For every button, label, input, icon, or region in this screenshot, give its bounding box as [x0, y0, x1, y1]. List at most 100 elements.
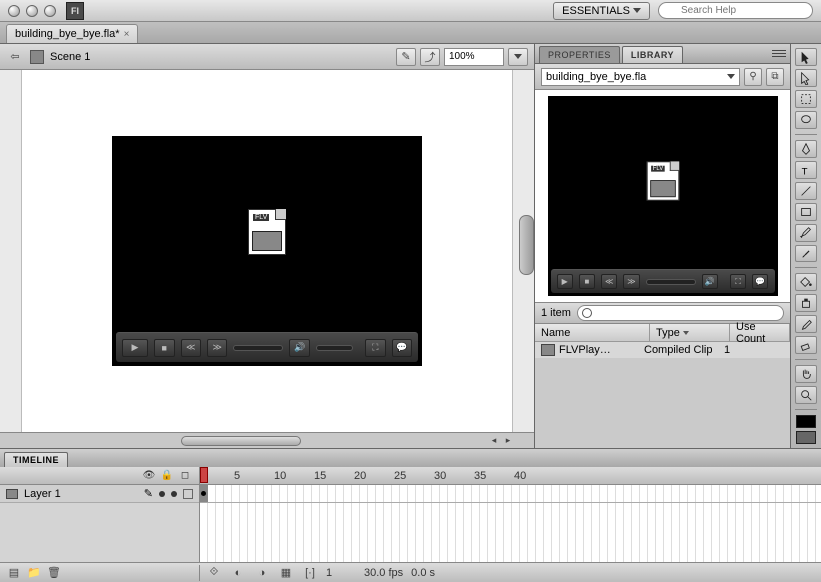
- scene-icon: [30, 50, 44, 64]
- lasso-tool[interactable]: [795, 111, 817, 129]
- volume-slider[interactable]: [316, 345, 353, 351]
- pin-library-button[interactable]: ⚲: [744, 68, 762, 86]
- back-arrow-icon[interactable]: ⇦: [6, 49, 24, 65]
- col-name[interactable]: Name: [535, 324, 650, 341]
- app-icon: Fl: [66, 2, 84, 20]
- separator: [795, 359, 817, 360]
- titlebar: Fl ESSENTIALS: [0, 0, 821, 22]
- stage-canvas: FLV ▶ ■ ≪ ≫ 🔊 ⛶ 💬: [22, 70, 512, 432]
- item-use-count: 1: [724, 344, 784, 356]
- hand-tool[interactable]: [795, 365, 817, 383]
- lock-toggle[interactable]: [171, 491, 177, 497]
- horizontal-scrollbar[interactable]: [181, 436, 301, 446]
- tab-library[interactable]: LIBRARY: [622, 46, 683, 63]
- rewind-button[interactable]: ≪: [601, 274, 617, 289]
- lock-icon[interactable]: 🔒: [161, 470, 173, 482]
- visibility-icon[interactable]: 👁: [143, 470, 155, 482]
- subselection-tool[interactable]: [795, 69, 817, 87]
- flv-label: FLV: [253, 214, 269, 221]
- zoom-tool[interactable]: [795, 386, 817, 404]
- edit-scene-button[interactable]: ✎: [396, 48, 416, 66]
- rewind-button[interactable]: ≪: [181, 339, 201, 357]
- vertical-scrollbar[interactable]: [519, 215, 534, 275]
- edit-multiple-frames-button[interactable]: ▦: [278, 565, 294, 581]
- pencil-tool[interactable]: [795, 224, 817, 242]
- modify-onion-markers-button[interactable]: [·]: [302, 565, 318, 581]
- panel-menu-icon[interactable]: [772, 47, 786, 59]
- document-tab[interactable]: building_bye_bye.fla* ×: [6, 24, 138, 43]
- stage-area[interactable]: FLV ▶ ■ ≪ ≫ 🔊 ⛶ 💬: [0, 70, 534, 432]
- play-button[interactable]: ▶: [557, 274, 573, 289]
- scroll-right-icon[interactable]: ▸: [502, 435, 514, 447]
- pen-tool[interactable]: [795, 140, 817, 158]
- zoom-window-button[interactable]: [44, 5, 56, 17]
- onion-skin-outline-button[interactable]: ◑: [254, 565, 270, 581]
- selection-tool[interactable]: [795, 48, 817, 66]
- forward-button[interactable]: ≫: [207, 339, 227, 357]
- library-search-input[interactable]: [577, 305, 784, 321]
- eyedropper-tool[interactable]: [795, 315, 817, 333]
- fullscreen-button[interactable]: ⛶: [365, 339, 385, 357]
- zoom-field[interactable]: [444, 48, 504, 66]
- frame-row[interactable]: [200, 485, 821, 503]
- new-folder-button[interactable]: 📁: [26, 565, 42, 581]
- sort-arrow-icon: [683, 331, 689, 335]
- volume-button[interactable]: 🔊: [289, 339, 309, 357]
- minimize-window-button[interactable]: [26, 5, 38, 17]
- ink-bottle-tool[interactable]: [795, 294, 817, 312]
- delete-layer-button[interactable]: 🗑: [46, 565, 62, 581]
- col-type[interactable]: Type: [650, 324, 730, 341]
- play-button[interactable]: ▶: [122, 339, 148, 357]
- forward-button[interactable]: ≫: [623, 274, 639, 289]
- seek-bar[interactable]: [233, 345, 283, 351]
- close-window-button[interactable]: [8, 5, 20, 17]
- close-tab-icon[interactable]: ×: [124, 29, 130, 40]
- stop-button[interactable]: ■: [579, 274, 595, 289]
- edit-symbol-button[interactable]: ⤴: [420, 48, 440, 66]
- playhead[interactable]: [200, 467, 208, 483]
- fill-color-swatch[interactable]: [796, 431, 816, 444]
- layer-row[interactable]: Layer 1 ✎: [0, 485, 199, 503]
- elapsed-time: 0.0 s: [411, 567, 441, 579]
- library-document-select[interactable]: building_bye_bye.fla: [541, 68, 740, 86]
- new-library-button[interactable]: ⧉: [766, 68, 784, 86]
- panel-tab-row: PROPERTIES LIBRARY: [535, 44, 790, 64]
- frames-area[interactable]: [200, 485, 821, 562]
- zoom-dropdown[interactable]: [508, 48, 528, 66]
- flv-placeholder-icon: FLV: [248, 209, 286, 255]
- seek-bar[interactable]: [646, 279, 696, 285]
- paint-bucket-tool[interactable]: [795, 273, 817, 291]
- text-tool[interactable]: T: [795, 161, 817, 179]
- timeline-ruler[interactable]: 1 5 10 15 20 25 30 35 40: [200, 467, 821, 484]
- free-transform-tool[interactable]: [795, 90, 817, 108]
- outline-toggle[interactable]: [183, 489, 193, 499]
- onion-skin-button[interactable]: ◐: [230, 565, 246, 581]
- layer-name: Layer 1: [24, 488, 61, 500]
- tab-timeline[interactable]: TIMELINE: [4, 452, 68, 467]
- eraser-tool[interactable]: [795, 336, 817, 354]
- layer-icon: [6, 489, 18, 499]
- caption-button[interactable]: 💬: [752, 274, 768, 289]
- fullscreen-button[interactable]: ⛶: [730, 274, 746, 289]
- scroll-left-icon[interactable]: ◂: [488, 435, 500, 447]
- caption-button[interactable]: 💬: [392, 339, 412, 357]
- pencil-icon: ✎: [144, 487, 153, 500]
- stop-button[interactable]: ■: [154, 339, 174, 357]
- stroke-color-swatch[interactable]: [796, 415, 816, 428]
- flv-playback-component[interactable]: FLV ▶ ■ ≪ ≫ 🔊 ⛶ 💬: [112, 136, 422, 366]
- rectangle-tool[interactable]: [795, 203, 817, 221]
- new-layer-button[interactable]: ▤: [6, 565, 22, 581]
- keyframe[interactable]: [200, 485, 208, 502]
- search-help-input[interactable]: [658, 2, 813, 19]
- center-frame-button[interactable]: ⟐: [206, 565, 222, 581]
- tab-properties[interactable]: PROPERTIES: [539, 46, 620, 63]
- brush-tool[interactable]: [795, 245, 817, 263]
- volume-button[interactable]: 🔊: [702, 274, 718, 289]
- outline-icon[interactable]: ◻: [179, 470, 191, 482]
- line-tool[interactable]: [795, 182, 817, 200]
- workspace-switcher[interactable]: ESSENTIALS: [553, 2, 650, 20]
- col-use-count[interactable]: Use Count: [730, 324, 790, 341]
- library-row[interactable]: FLVPlay… Compiled Clip 1: [535, 342, 790, 358]
- chevron-down-icon: [633, 8, 641, 13]
- visibility-toggle[interactable]: [159, 491, 165, 497]
